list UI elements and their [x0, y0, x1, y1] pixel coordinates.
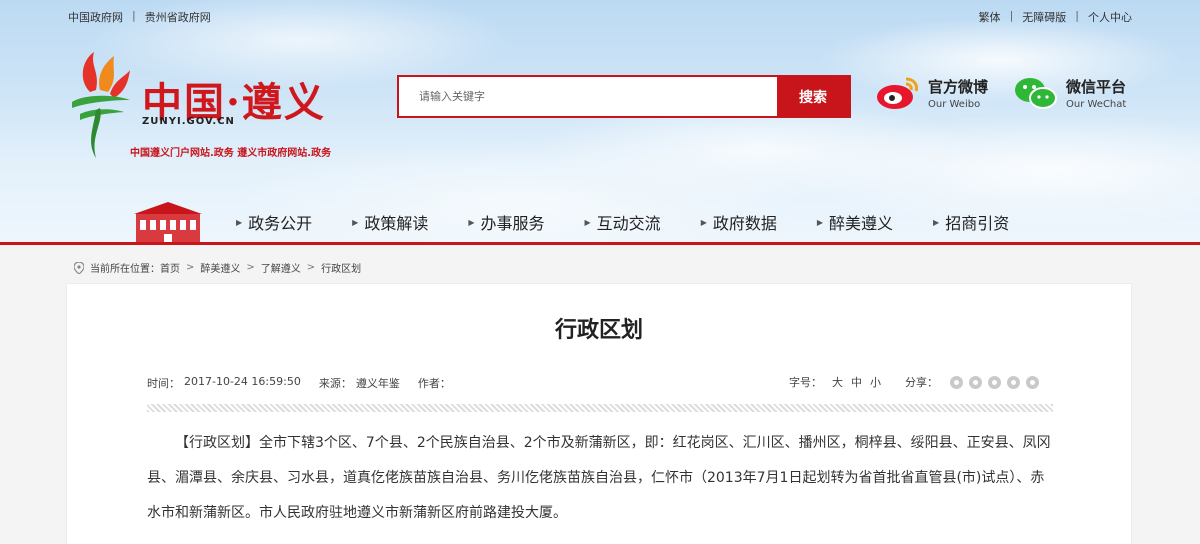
qzone-share-icon[interactable] [969, 375, 982, 389]
link-personal-center[interactable]: 个人中心 [1088, 9, 1132, 25]
nav-item-label: 政府数据 [712, 214, 777, 233]
nav-item-label: 政务公开 [248, 214, 313, 233]
separator: | [132, 9, 136, 22]
search-input[interactable] [399, 77, 777, 116]
article-panel: 行政区划 时间： 2017-10-24 16:59:50 来源： 遵义年鉴 作者… [66, 283, 1132, 544]
breadcrumb-beautiful-zunyi[interactable]: 醉美遵义 [200, 260, 240, 275]
main-nav: ▶ 政务公开 ▶ 政策解读 ▶ 办事服务 ▶ 互动交流 ▶ 政府数据 ▶ 醉美遵义 ▶ 招商引… [236, 205, 1049, 239]
share-label: 分享： [905, 376, 938, 389]
zunyi-flame-logo-icon[interactable] [70, 50, 132, 160]
wechat-subtitle: Our WeChat [1066, 99, 1127, 110]
nav-item-government-affairs[interactable]: ▶ 政务公开 [236, 205, 312, 239]
nav-item-interaction[interactable]: ▶ 互动交流 [585, 205, 661, 239]
nav-item-policy-interpretation[interactable]: ▶ 政策解读 [352, 205, 428, 239]
source-label: 来源： [318, 377, 352, 390]
link-gov-cn[interactable]: 中国政府网 [68, 9, 123, 25]
article-divider [147, 404, 1053, 412]
font-size-small[interactable]: 小 [870, 374, 881, 390]
article-title: 行政区划 [554, 318, 643, 343]
link-traditional[interactable]: 繁体 [979, 9, 1001, 25]
breadcrumb-home[interactable]: 首页 [160, 260, 180, 275]
nav-item-label: 醉美遵义 [829, 214, 894, 233]
weibo-link[interactable]: 官方微博 Our Weibo [876, 75, 988, 111]
triangle-right-icon: ▶ [584, 217, 591, 227]
site-logo-url: ZUNYI.GOV.CN [142, 116, 235, 127]
nav-item-beautiful-zunyi[interactable]: ▶ 醉美遵义 [817, 205, 893, 239]
breadcrumb-about-zunyi[interactable]: 了解遵义 [261, 260, 301, 275]
favorite-share-icon[interactable] [1026, 375, 1039, 389]
search-bar: 搜索 [397, 75, 851, 118]
triangle-right-icon: ▶ [816, 217, 824, 227]
wechat-share-icon[interactable] [1007, 375, 1020, 389]
font-size-medium[interactable]: 中 [851, 374, 862, 390]
triangle-right-icon: ▶ [933, 217, 940, 227]
nav-item-label: 招商引资 [945, 214, 1010, 233]
location-pin-icon [74, 261, 84, 274]
wechat-icon [1015, 78, 1057, 109]
chevron-right-icon: > [306, 262, 316, 273]
wechat-link[interactable]: 微信平台 Our WeChat [1014, 75, 1126, 111]
font-size-label: 字号： [789, 376, 822, 389]
article-meta: 时间： 2017-10-24 16:59:50 来源： 遵义年鉴 作者： [147, 375, 455, 391]
article-source: 遵义年鉴 [355, 377, 400, 390]
triangle-right-icon: ▶ [700, 217, 707, 227]
nav-item-label: 政策解读 [364, 214, 429, 233]
top-bar: 中国政府网 | 贵州省政府网 繁体 | 无障碍版 | 个人中心 [0, 0, 1200, 30]
nav-item-government-data[interactable]: ▶ 政府数据 [701, 205, 777, 239]
nav-item-investment[interactable]: ▶ 招商引资 [933, 205, 1009, 239]
plus-share-icon[interactable] [950, 375, 963, 389]
weibo-title: 官方微博 [928, 78, 989, 96]
author-label: 作者： [417, 377, 451, 390]
breadcrumb-label: 当前所在位置： [90, 264, 160, 275]
weibo-icon [877, 77, 918, 109]
chevron-right-icon: > [246, 262, 255, 273]
triangle-right-icon: ▶ [236, 217, 243, 227]
separator: | [1075, 9, 1079, 22]
font-size-large[interactable]: 大 [832, 374, 843, 390]
zunyi-conference-building-icon [126, 202, 210, 244]
nav-item-services[interactable]: ▶ 办事服务 [468, 205, 544, 239]
search-button[interactable]: 搜索 [777, 77, 849, 116]
breadcrumb-current[interactable]: 行政区划 [321, 260, 361, 275]
article-tools: 字号： 大 中 小 分享： [789, 374, 1039, 390]
breadcrumb: 当前所在位置： 首页 > 醉美遵义 > 了解遵义 > 行政区划 [74, 260, 361, 275]
nav-item-label: 互动交流 [596, 214, 661, 233]
weibo-subtitle: Our Weibo [928, 99, 981, 110]
chevron-right-icon: > [186, 262, 195, 273]
separator: | [1009, 9, 1014, 22]
weibo-share-icon[interactable] [988, 375, 1001, 389]
triangle-right-icon: ▶ [468, 217, 475, 227]
site-logo-subtitle: 中国遵义门户网站.政务 遵义市政府网站.政务 [130, 148, 332, 159]
time-label: 时间： [147, 377, 180, 390]
wechat-title: 微信平台 [1066, 78, 1127, 96]
triangle-right-icon: ▶ [352, 217, 359, 227]
link-accessibility[interactable]: 无障碍版 [1022, 9, 1066, 25]
publish-time: 2017-10-24 16:59:50 [184, 375, 301, 388]
link-guizhou-gov[interactable]: 贵州省政府网 [145, 9, 211, 25]
article-content: 【行政区划】全市下辖3个区、7个县、2个民族自治县、2个市及新蒲新区，即：红花岗… [147, 435, 1051, 521]
nav-item-label: 办事服务 [480, 214, 545, 233]
